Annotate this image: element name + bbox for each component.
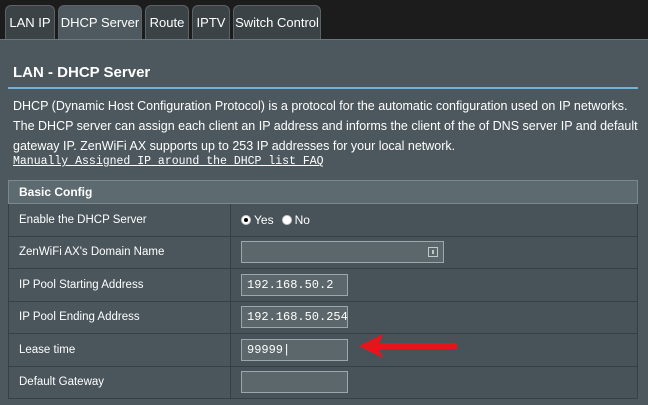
red-arrow-annotation	[359, 334, 457, 358]
row-default-gateway: Default Gateway	[8, 366, 638, 399]
content-panel: LAN - DHCP Server DHCP (Dynamic Host Con…	[0, 39, 648, 405]
row-value: Yes No	[231, 204, 637, 236]
tab-dhcp-server[interactable]: DHCP Server	[58, 5, 142, 39]
row-domain-name: ZenWiFi AX's Domain Name	[8, 236, 638, 269]
row-label: IP Pool Starting Address	[9, 269, 231, 301]
lease-time-input[interactable]: 99999|	[241, 338, 348, 361]
section-header-label: Basic Config	[19, 185, 93, 199]
row-pool-start: IP Pool Starting Address 192.168.50.2	[8, 269, 638, 302]
faq-link[interactable]: Manually Assigned IP around the DHCP lis…	[13, 155, 324, 168]
row-value	[231, 367, 637, 399]
tab-iptv[interactable]: IPTV	[192, 5, 230, 39]
row-value	[231, 237, 637, 269]
enable-dhcp-no-radio[interactable]	[281, 214, 292, 225]
row-label: ZenWiFi AX's Domain Name	[9, 236, 231, 268]
radio-label: No	[294, 212, 310, 227]
tab-route[interactable]: Route	[145, 5, 189, 39]
tab-label: LAN IP	[9, 15, 51, 30]
row-label: Default Gateway	[9, 366, 231, 398]
title-divider	[8, 87, 638, 89]
tab-lan-ip[interactable]: LAN IP	[5, 5, 55, 39]
row-label: IP Pool Ending Address	[9, 301, 231, 333]
row-label: Lease time	[9, 334, 231, 366]
tab-label: Switch Control	[235, 15, 319, 30]
tab-switch-control[interactable]: Switch Control	[233, 5, 321, 39]
arrow-icon	[359, 334, 457, 358]
tab-label: DHCP Server	[60, 15, 140, 30]
pool-start-input[interactable]: 192.168.50.2	[241, 273, 348, 296]
basic-config-table: Basic Config Enable the DHCP Server Yes …	[8, 180, 638, 399]
row-value: 192.168.50.2	[231, 269, 637, 301]
enable-dhcp-radio-group: Yes No	[241, 213, 318, 227]
pool-end-input[interactable]: 192.168.50.254	[241, 306, 348, 329]
row-enable-dhcp: Enable the DHCP Server Yes No	[8, 204, 638, 237]
domain-name-input[interactable]	[241, 241, 444, 264]
radio-label: Yes	[254, 212, 274, 227]
page-description: DHCP (Dynamic Host Configuration Protoco…	[13, 99, 638, 153]
section-header: Basic Config	[8, 180, 638, 204]
row-pool-end: IP Pool Ending Address 192.168.50.254	[8, 301, 638, 334]
default-gateway-input[interactable]	[241, 371, 348, 394]
row-label: Enable the DHCP Server	[9, 204, 231, 236]
info-icon	[428, 247, 438, 258]
tab-label: IPTV	[196, 15, 226, 30]
row-value: 192.168.50.254	[231, 302, 637, 334]
row-lease-time: Lease time 99999|	[8, 334, 638, 367]
enable-dhcp-yes-radio[interactable]	[241, 214, 251, 225]
tab-label: Route	[149, 15, 185, 30]
page-title: LAN - DHCP Server	[13, 64, 151, 81]
